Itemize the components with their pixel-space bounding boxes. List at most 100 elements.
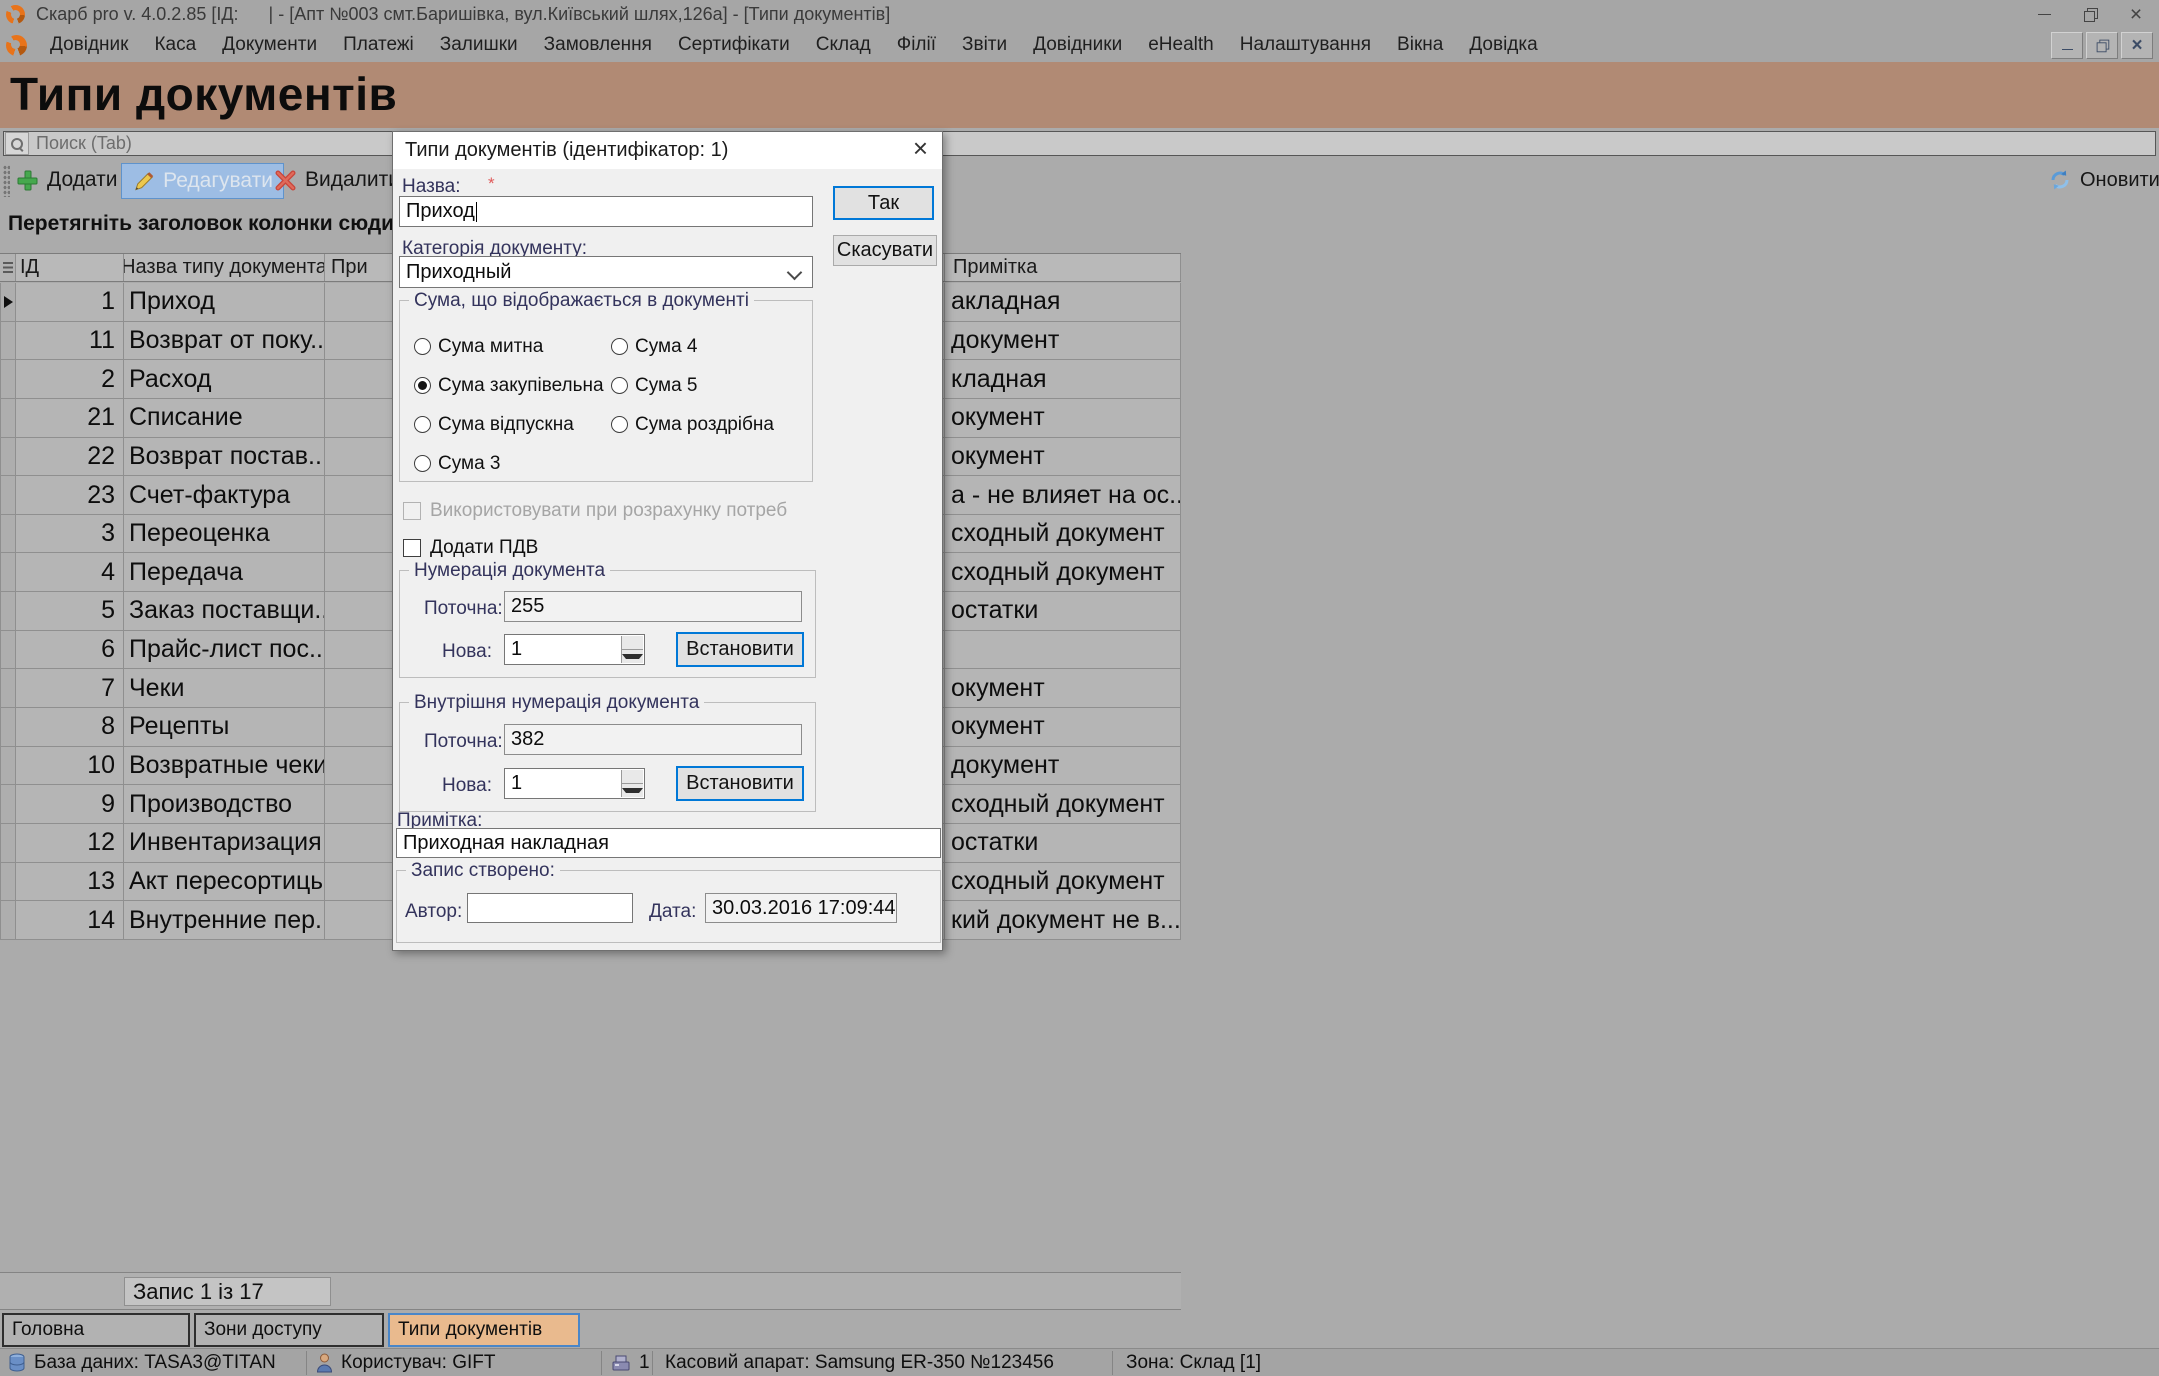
inner-new-spinner[interactable]: 1 <box>504 768 645 799</box>
new-number-spinner[interactable]: 1 <box>504 634 645 665</box>
restore-button[interactable] <box>2067 1 2113 27</box>
row-selector-cell <box>0 283 16 321</box>
table-cell: кладная <box>945 360 1181 398</box>
menu-item-5[interactable]: Залишки <box>427 30 531 60</box>
menu-item-11[interactable]: Довідники <box>1020 30 1135 60</box>
ok-button[interactable]: Так <box>833 186 934 220</box>
spin-down-icon[interactable] <box>622 650 643 663</box>
spin-down-icon[interactable] <box>622 784 643 797</box>
set-number-label: Встановити <box>686 638 794 661</box>
cancel-button[interactable]: Скасувати <box>833 235 937 266</box>
header-note[interactable]: Примітка <box>945 254 1181 281</box>
dialog-close-icon[interactable]: × <box>913 135 928 161</box>
header-selector-cell[interactable] <box>0 254 16 281</box>
inner-set-button[interactable]: Встановити <box>676 766 804 801</box>
status-register: Касовий апарат: Samsung ER-350 №123456 <box>665 1349 1054 1376</box>
mdi-close-button[interactable]: × <box>2121 32 2153 59</box>
menu-item-10[interactable]: Звіти <box>949 30 1020 60</box>
menu-item-6[interactable]: Замовлення <box>531 30 665 60</box>
numeration-legend: Нумерація документа <box>409 560 610 582</box>
table-cell: Возвратные чеки <box>124 747 325 785</box>
table-cell <box>945 631 1181 669</box>
set-number-button[interactable]: Встановити <box>676 632 804 667</box>
window-tab-2[interactable]: Зони доступу <box>194 1313 384 1347</box>
table-cell: Приход <box>124 283 325 321</box>
menu-item-14[interactable]: Вікна <box>1384 30 1456 60</box>
date-input[interactable]: 30.03.2016 17:09:44 <box>705 893 897 923</box>
required-asterisk: * <box>488 174 495 194</box>
name-input-value: Приход <box>406 200 475 223</box>
table-cell: 10 <box>16 747 124 785</box>
menu-item-3[interactable]: Документи <box>209 30 330 60</box>
spinner-buttons[interactable] <box>621 636 643 663</box>
inner-new-value: 1 <box>511 772 522 795</box>
table-cell: 23 <box>16 476 124 514</box>
window-tab-1[interactable]: Головна <box>2 1313 190 1347</box>
add-vat-checkbox[interactable]: Додати ПДВ <box>403 537 538 559</box>
sum-radio-7[interactable]: Сума роздрібна <box>611 414 804 436</box>
sum-radio-1[interactable]: Сума митна <box>414 336 611 358</box>
close-button[interactable]: × <box>2113 1 2159 27</box>
table-cell: 6 <box>16 631 124 669</box>
radio-icon <box>611 338 628 355</box>
radio-label: Сума 3 <box>438 453 500 475</box>
radio-label: Сума закупівельна <box>438 375 604 397</box>
row-selector-cell <box>0 515 16 553</box>
table-cell: Рецепты <box>124 708 325 746</box>
table-cell: 3 <box>16 515 124 553</box>
inner-new-label: Нова: <box>442 775 492 797</box>
table-cell: документ <box>945 747 1181 785</box>
note-input[interactable]: Приходная накладная <box>396 828 941 858</box>
radio-checked-icon <box>414 377 431 394</box>
menu-item-2[interactable]: Каса <box>141 30 209 60</box>
sum-radio-3[interactable]: Сума відпускна <box>414 414 611 436</box>
menu-item-7[interactable]: Сертифікати <box>665 30 803 60</box>
toolbar-drag-handle[interactable] <box>3 165 10 197</box>
menu-item-12[interactable]: eHealth <box>1135 30 1227 60</box>
dialog-title-bar[interactable]: Типи документів (ідентифікатор: 1) <box>393 132 942 169</box>
restore-icon <box>2084 8 2097 21</box>
header-id[interactable]: ІД <box>16 254 124 281</box>
edit-button[interactable]: Редагувати <box>121 163 284 199</box>
menu-item-9[interactable]: Філії <box>884 30 949 60</box>
author-input[interactable] <box>467 893 633 923</box>
radio-icon <box>414 338 431 355</box>
menu-bar: ДовідникКасаДокументиПлатежіЗалишкиЗамов… <box>0 28 2159 62</box>
sum-radio-2[interactable]: Сума закупівельна <box>414 375 611 397</box>
spinner-buttons[interactable] <box>621 770 643 797</box>
mdi-minimize-button[interactable] <box>2051 32 2083 59</box>
category-combobox[interactable]: Приходный <box>399 256 813 288</box>
table-cell: Расход <box>124 360 325 398</box>
spin-up-icon[interactable] <box>622 636 643 650</box>
table-cell: Возврат от поку... <box>124 322 325 360</box>
menu-item-15[interactable]: Довідка <box>1456 30 1550 60</box>
name-input[interactable]: Приход <box>399 196 813 227</box>
ok-button-label: Так <box>868 192 899 215</box>
mdi-restore-button[interactable] <box>2086 32 2118 59</box>
minimize-button[interactable] <box>2021 1 2067 27</box>
minimize-icon <box>2038 14 2051 15</box>
refresh-button[interactable]: Оновити <box>2048 163 2159 197</box>
table-cell: Возврат постав... <box>124 438 325 476</box>
header-name[interactable]: Назва типу документа <box>124 254 325 281</box>
menu-item-4[interactable]: Платежі <box>330 30 427 60</box>
window-tab-3[interactable]: Типи документів <box>388 1313 580 1347</box>
numeration-groupbox: Нумерація документа Поточна: 255 Нова: 1… <box>399 570 816 678</box>
table-cell: 21 <box>16 399 124 437</box>
add-button[interactable]: Додати <box>16 163 118 197</box>
sum-radio-5[interactable]: Сума 4 <box>611 336 804 358</box>
table-cell: 1 <box>16 283 124 321</box>
menu-item-1[interactable]: Довідник <box>37 30 141 60</box>
spin-up-icon[interactable] <box>622 770 643 784</box>
app-window: Скарб pro v. 4.0.2.85 [ІД: | - [Апт №003… <box>0 0 2159 1376</box>
table-cell: окумент <box>945 438 1181 476</box>
sum-radio-4[interactable]: Сума 3 <box>414 453 611 475</box>
menu-item-13[interactable]: Налаштування <box>1227 30 1384 60</box>
date-value: 30.03.2016 17:09:44 <box>712 897 896 920</box>
status-separator <box>1112 1351 1113 1375</box>
sum-radio-6[interactable]: Сума 5 <box>611 375 804 397</box>
table-cell: Прайс-лист пос... <box>124 631 325 669</box>
menu-item-8[interactable]: Склад <box>803 30 884 60</box>
search-input[interactable]: Поиск (Tab) <box>3 131 2156 156</box>
grid-customize-icon <box>3 262 13 273</box>
